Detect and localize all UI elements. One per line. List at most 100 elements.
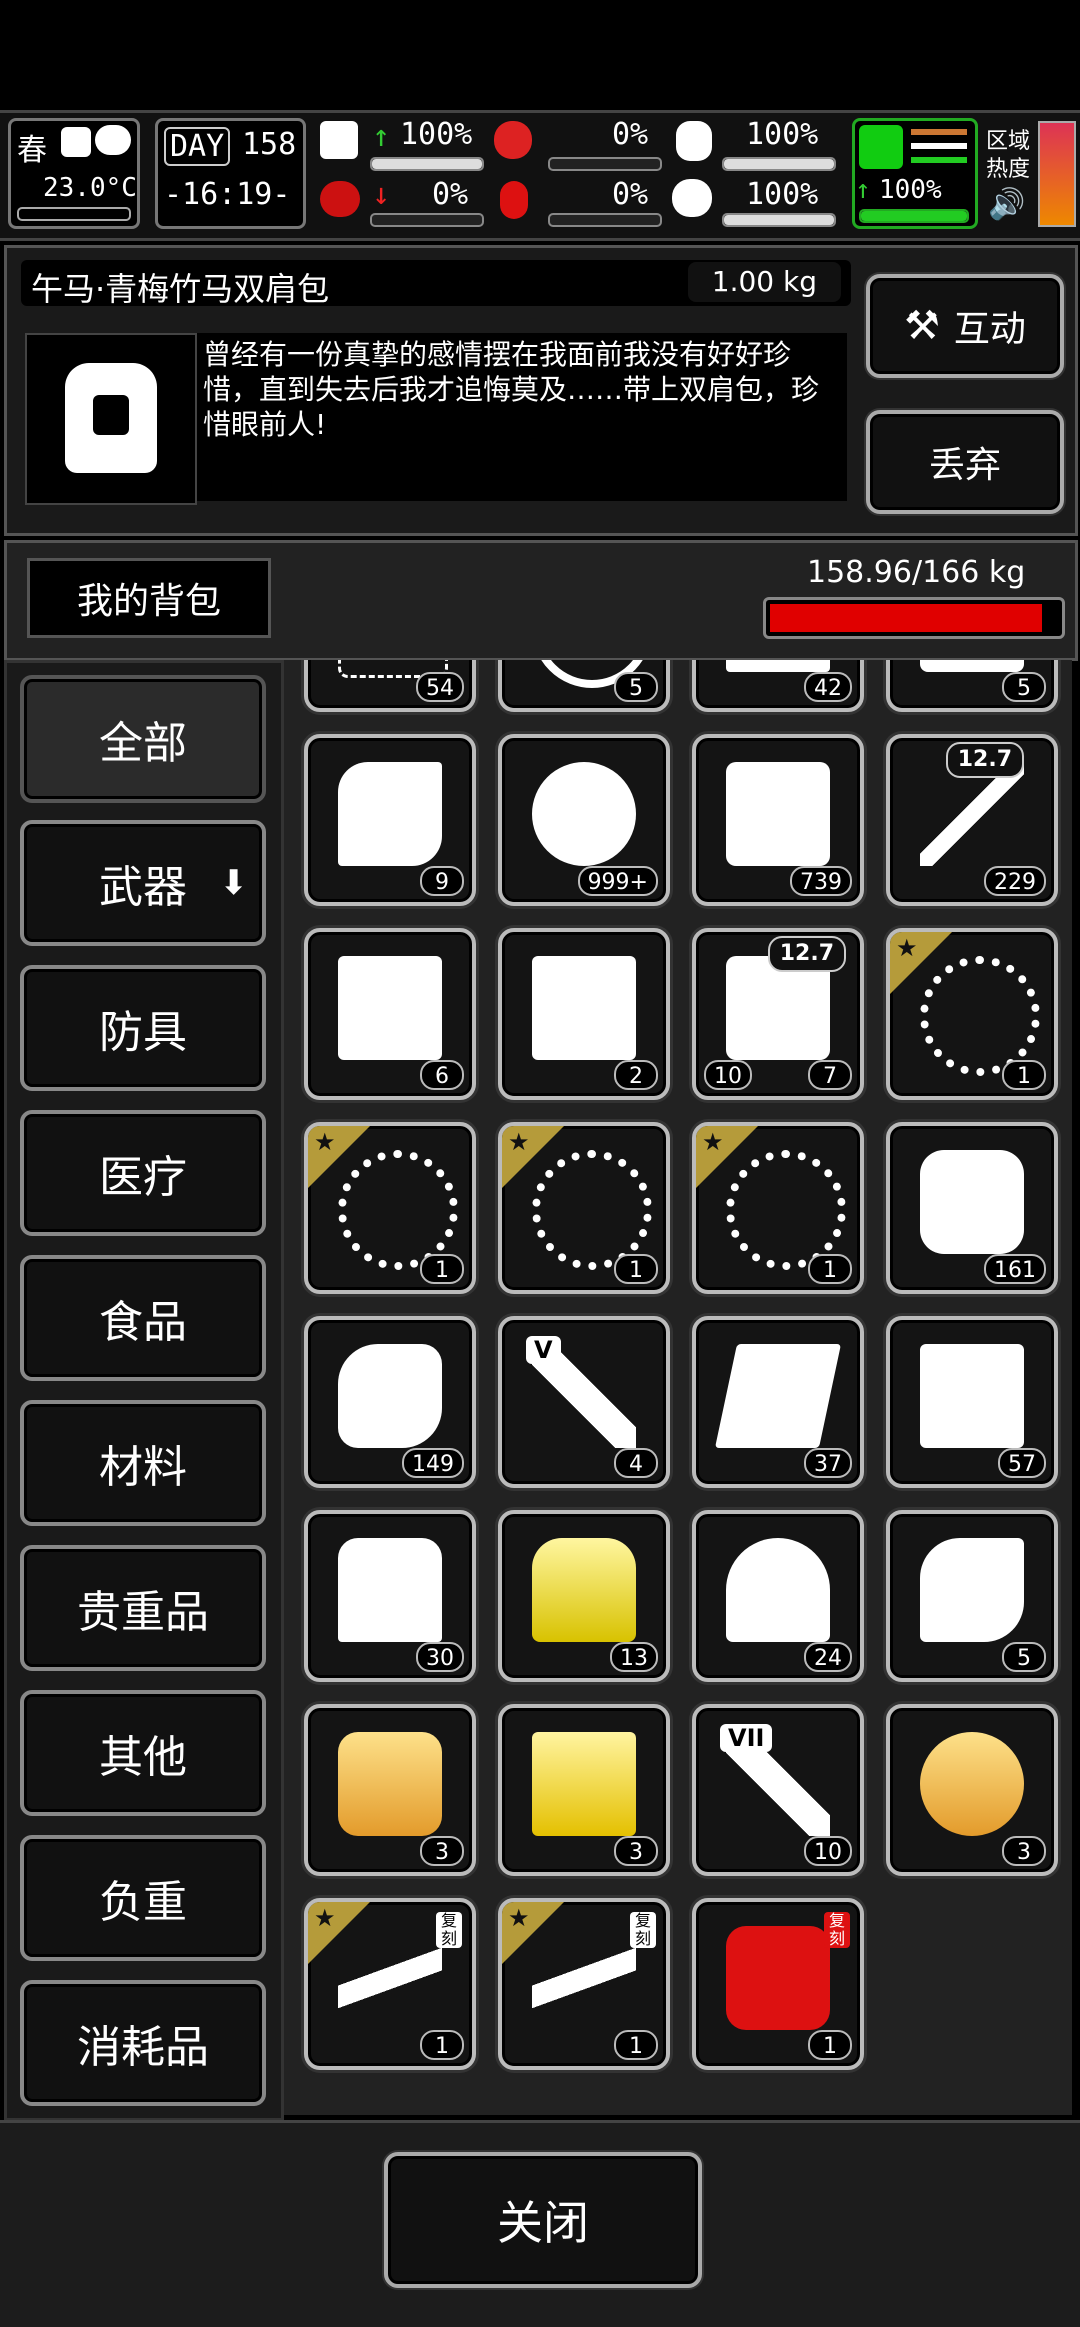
inventory-slot[interactable]: 57 bbox=[886, 1316, 1058, 1488]
star-badge-icon: ★ bbox=[890, 932, 956, 998]
item-name: 午马·青梅竹马双肩包 bbox=[31, 270, 330, 308]
capacity-bar-fill bbox=[770, 604, 1042, 632]
tab-weapons[interactable]: 武器 ⬇ bbox=[20, 820, 266, 946]
inventory-slot[interactable]: 999+ bbox=[498, 734, 670, 906]
slot-quantity: 161 bbox=[984, 1254, 1046, 1284]
stamina-arrow-icon: ↑ bbox=[855, 175, 871, 205]
slot-quantity: 229 bbox=[984, 866, 1046, 896]
slot-quantity: 1 bbox=[420, 2030, 464, 2060]
inventory-grid[interactable]: 54 5 42 5 9 999+ 739 12.7 229 6 2 12.7 10 7 ★ 1 ★ 1 ★ 1 ★ 1 16… bbox=[284, 660, 1072, 2115]
item-weight: 1.00 kg bbox=[687, 262, 841, 302]
slot-quantity: 57 bbox=[998, 1448, 1046, 1478]
sack-icon bbox=[338, 1344, 442, 1448]
tier-label: VII bbox=[720, 1724, 773, 1752]
hunger-bar bbox=[548, 157, 662, 171]
tab-armor[interactable]: 防具 bbox=[20, 965, 266, 1091]
slot-quantity: 999+ bbox=[577, 866, 658, 896]
close-button[interactable]: 关闭 bbox=[384, 2152, 702, 2288]
gold-cloth-icon bbox=[532, 1732, 636, 1836]
inventory-slot[interactable]: 42 bbox=[692, 660, 864, 712]
mood-bar bbox=[722, 213, 836, 227]
stomach-icon bbox=[494, 121, 532, 159]
inventory-slot[interactable]: 5 bbox=[498, 660, 670, 712]
inventory-slot[interactable]: 149 bbox=[304, 1316, 476, 1488]
armor-bar bbox=[722, 157, 836, 171]
tab-medical[interactable]: 医疗 bbox=[20, 1110, 266, 1236]
inventory-slot[interactable]: ★ 1 bbox=[498, 1122, 670, 1294]
bag-capacity: 158.96/166 kg bbox=[807, 555, 1026, 590]
blanket-icon bbox=[726, 1538, 830, 1642]
leaf-icon bbox=[61, 127, 91, 157]
slot-quantity: 1 bbox=[420, 1254, 464, 1284]
tab-food[interactable]: 食品 bbox=[20, 1255, 266, 1381]
crate-icon bbox=[532, 956, 636, 1060]
blood-drop-icon bbox=[500, 181, 528, 219]
slot-quantity: 3 bbox=[1002, 1836, 1046, 1866]
capacity-bar bbox=[763, 597, 1065, 639]
inventory-slot[interactable]: 54 bbox=[304, 660, 476, 712]
torn-shirt-icon bbox=[338, 1538, 442, 1642]
speaker-icon[interactable]: 🔊 bbox=[988, 187, 1025, 222]
inventory-slot[interactable]: 3 bbox=[304, 1704, 476, 1876]
inventory-slot[interactable]: ★ 1 bbox=[304, 1122, 476, 1294]
infection-bar bbox=[370, 213, 484, 227]
tab-consumables[interactable]: 消耗品 bbox=[20, 1980, 266, 2106]
inventory-slot[interactable]: 739 bbox=[692, 734, 864, 906]
slot-quantity: 5 bbox=[1002, 672, 1046, 702]
infection-arrow-icon: ↓ bbox=[372, 177, 391, 212]
star-badge-icon: ★ bbox=[308, 1126, 374, 1192]
tab-materials[interactable]: 材料 bbox=[20, 1400, 266, 1526]
inventory-slot[interactable]: 复刻 1 bbox=[692, 1898, 864, 2070]
inventory-slot[interactable]: VII 10 bbox=[692, 1704, 864, 1876]
blood-value: 0% bbox=[612, 177, 649, 212]
inventory-slot[interactable]: 12.7 10 7 bbox=[692, 928, 864, 1100]
slot-quantity: 37 bbox=[804, 1448, 852, 1478]
red-weapon-icon bbox=[726, 1926, 830, 2030]
inventory-slot[interactable]: 3 bbox=[886, 1704, 1058, 1876]
inventory-slot[interactable]: 5 bbox=[886, 1510, 1058, 1682]
slot-quantity-secondary: 10 bbox=[704, 1060, 752, 1090]
inventory-slot[interactable]: 12.7 229 bbox=[886, 734, 1058, 906]
inventory-slot[interactable]: 30 bbox=[304, 1510, 476, 1682]
item-preview bbox=[25, 333, 197, 505]
stamina-value: 100% bbox=[879, 175, 942, 205]
caliber-tag: 12.7 bbox=[767, 936, 846, 972]
bag-label: 我的背包 bbox=[27, 558, 271, 638]
inventory-slot[interactable]: ★ 1 bbox=[692, 1122, 864, 1294]
area-heat-meter bbox=[1038, 121, 1076, 227]
coin-icon bbox=[532, 762, 636, 866]
inventory-slot[interactable]: 5 bbox=[886, 660, 1058, 712]
slot-quantity: 24 bbox=[804, 1642, 852, 1672]
inventory-slot[interactable]: V4 bbox=[498, 1316, 670, 1488]
inventory-slot[interactable]: 2 bbox=[498, 928, 670, 1100]
star-badge-icon: ★ bbox=[502, 1902, 568, 1968]
inventory-slot[interactable]: 24 bbox=[692, 1510, 864, 1682]
inventory-slot[interactable]: ★ 复刻 1 bbox=[304, 1898, 476, 2070]
star-badge-icon: ★ bbox=[308, 1902, 374, 1968]
inventory-slot[interactable]: ★ 1 bbox=[886, 928, 1058, 1100]
item-description: 曾经有一份真挚的感情摆在我面前我没有好好珍惜，直到失去后我才追悔莫及……带上双肩… bbox=[197, 333, 847, 501]
tab-other[interactable]: 其他 bbox=[20, 1690, 266, 1816]
tab-all[interactable]: 全部 bbox=[20, 675, 266, 803]
tab-valuables[interactable]: 贵重品 bbox=[20, 1545, 266, 1671]
health-bar bbox=[370, 157, 484, 171]
inventory-slot[interactable]: 161 bbox=[886, 1122, 1058, 1294]
slot-quantity: 3 bbox=[420, 1836, 464, 1866]
replica-badge: 复刻 bbox=[436, 1912, 462, 1948]
inventory-slot[interactable]: 9 bbox=[304, 734, 476, 906]
slot-quantity: 3 bbox=[614, 1836, 658, 1866]
virus-icon bbox=[320, 181, 360, 217]
inventory-slot[interactable]: 37 bbox=[692, 1316, 864, 1488]
replica-badge: 复刻 bbox=[824, 1912, 850, 1948]
status-hud: 春 23.0°C DAY 158 -16:19- ↑ 100% 0% 100% … bbox=[0, 110, 1080, 241]
inventory-slot[interactable]: 3 bbox=[498, 1704, 670, 1876]
tab-load[interactable]: 负重 bbox=[20, 1835, 266, 1961]
inventory-slot[interactable]: ★ 复刻 1 bbox=[498, 1898, 670, 2070]
weather-panel: 春 23.0°C bbox=[8, 118, 140, 229]
inventory-slot[interactable]: 6 bbox=[304, 928, 476, 1100]
slot-quantity: 739 bbox=[790, 866, 852, 896]
discard-button[interactable]: 丢弃 bbox=[866, 410, 1064, 514]
caliber-tag: 12.7 bbox=[945, 742, 1024, 778]
inventory-slot[interactable]: 13 bbox=[498, 1510, 670, 1682]
interact-button[interactable]: ⚒ 互动 bbox=[866, 274, 1064, 378]
